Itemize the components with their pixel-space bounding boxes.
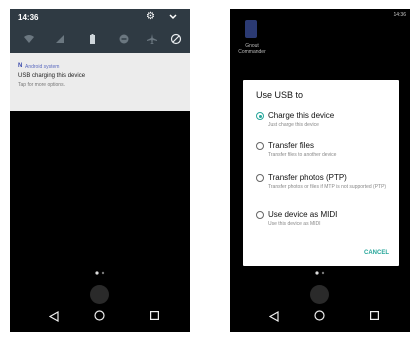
- option-description: Just charge this device: [268, 122, 319, 128]
- airplane-icon[interactable]: [146, 33, 158, 45]
- status-bar: 14:36 ⚙: [10, 9, 190, 27]
- home-icon[interactable]: [94, 310, 105, 321]
- rotate-icon[interactable]: [170, 33, 182, 45]
- radio-selected-icon[interactable]: [256, 112, 264, 120]
- option-description: Transfer photos or files if MTP is not s…: [268, 184, 387, 190]
- notification-title: USB charging this device: [18, 73, 86, 79]
- radio-icon[interactable]: [256, 211, 264, 219]
- notification-subtitle: Tap for more options.: [18, 82, 65, 88]
- notification-app-name: Android system: [25, 64, 60, 70]
- battery-icon[interactable]: [86, 33, 98, 45]
- android-icon: N: [18, 63, 23, 69]
- wifi-icon[interactable]: [23, 33, 35, 45]
- usb-dialog: Use USB to Charge this device Just charg…: [243, 80, 399, 266]
- radio-icon[interactable]: [256, 174, 264, 182]
- page-indicator: [95, 271, 105, 275]
- status-time: 14:36: [393, 12, 406, 18]
- dialog-title: Use USB to: [256, 90, 304, 100]
- option-label: Use device as MIDI: [268, 210, 338, 219]
- gear-icon[interactable]: ⚙: [146, 11, 155, 22]
- navigation-bar: [230, 302, 410, 332]
- app-label: Gnout Commander: [238, 43, 266, 55]
- page-indicator: [315, 271, 325, 275]
- usb-notification[interactable]: N Android system USB charging this devic…: [10, 53, 190, 111]
- signal-icon[interactable]: [54, 33, 66, 45]
- home-icon[interactable]: [314, 310, 325, 321]
- option-label: Transfer photos (PTP): [268, 173, 347, 182]
- navigation-bar: [10, 302, 190, 332]
- chevron-down-icon[interactable]: [168, 12, 178, 22]
- recents-icon[interactable]: [370, 311, 379, 320]
- quick-settings-row: [10, 27, 190, 53]
- option-label: Charge this device: [268, 111, 335, 120]
- recents-icon[interactable]: [150, 311, 159, 320]
- cancel-button[interactable]: CANCEL: [364, 250, 389, 256]
- back-icon[interactable]: [49, 311, 59, 322]
- status-time: 14:36: [18, 13, 39, 22]
- back-icon[interactable]: [269, 311, 279, 322]
- phone-notification-shade: 14:36 ⚙ N Android system USB charging th…: [10, 9, 190, 332]
- option-label: Transfer files: [268, 141, 314, 150]
- option-description: Transfer files to another device: [268, 152, 337, 158]
- option-description: Use this device as MIDI: [268, 221, 321, 227]
- dnd-icon[interactable]: [118, 33, 130, 45]
- commander-app-icon[interactable]: [245, 20, 257, 38]
- radio-icon[interactable]: [256, 142, 264, 150]
- phone-usb-dialog: 14:36 Gnout Commander Use USB to Charge …: [230, 9, 410, 332]
